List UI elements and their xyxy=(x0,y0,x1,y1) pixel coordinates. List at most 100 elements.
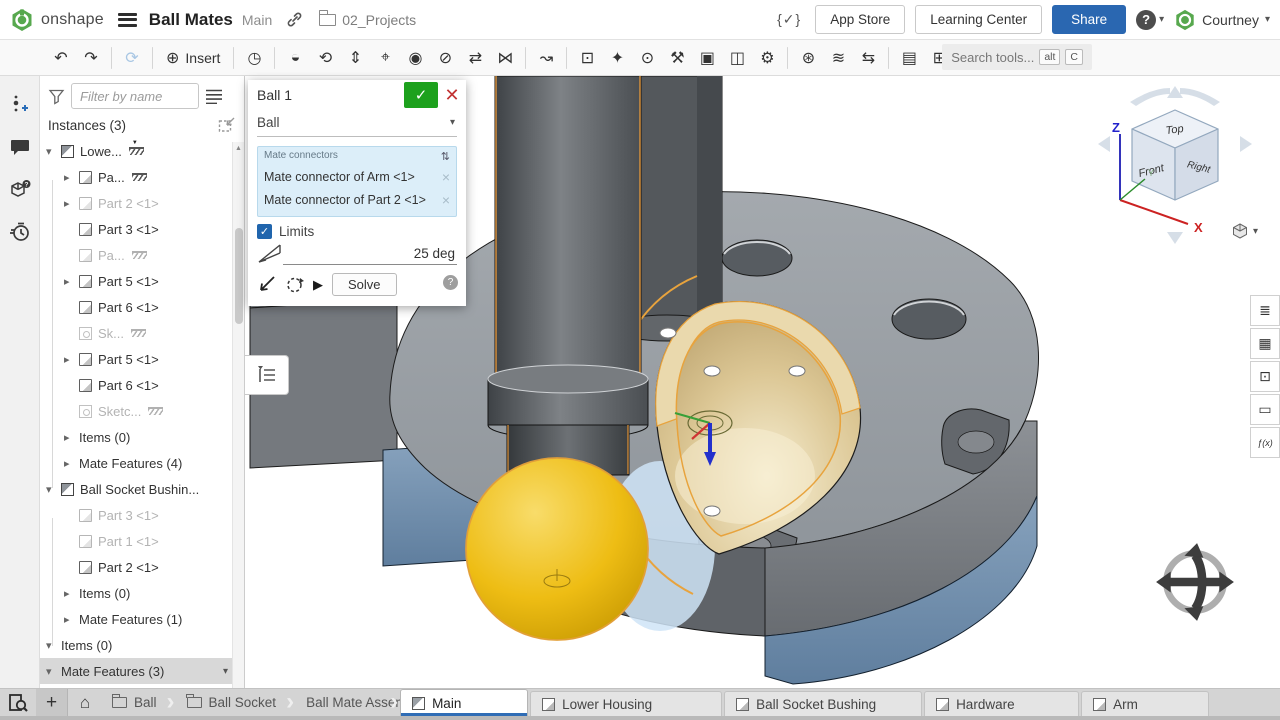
cancel-button[interactable]: ✕ xyxy=(438,85,466,106)
derived-icon[interactable]: ⊡ xyxy=(1250,361,1280,392)
instance-sketch[interactable]: Sk... xyxy=(40,320,244,346)
view-options-menu[interactable]: ▾ xyxy=(1231,222,1258,240)
play-icon[interactable]: ▶ xyxy=(313,277,323,293)
help-icon[interactable]: ? xyxy=(1136,10,1156,30)
instance-part-5[interactable]: Part 5 <1> xyxy=(40,346,244,372)
manage-position-button[interactable]: ⚒ xyxy=(662,43,692,73)
project-name[interactable]: 02_Projects xyxy=(342,12,416,28)
expand-chevron-icon[interactable] xyxy=(64,587,79,600)
cylindrical-mate-button[interactable]: ⊘ xyxy=(430,43,460,73)
reorder-icon[interactable]: ⇅ xyxy=(441,150,450,163)
variables-icon[interactable]: ƒ(x) xyxy=(1250,427,1280,458)
tab-arm[interactable]: Arm xyxy=(1081,691,1209,716)
row-menu-caret-icon[interactable] xyxy=(223,666,228,677)
remove-icon[interactable] xyxy=(442,169,450,185)
search-tools[interactable]: Search tools... alt C xyxy=(942,44,1092,70)
insert-instance-icon[interactable] xyxy=(218,117,236,133)
measure-icon[interactable]: ▭ xyxy=(1250,394,1280,425)
new-tab-button[interactable]: + xyxy=(36,689,68,716)
parallel-mate-button[interactable]: ⇄ xyxy=(460,43,490,73)
redo-button[interactable]: ↷ xyxy=(76,43,106,73)
versions-history-icon[interactable] xyxy=(9,94,31,116)
search-tabs-icon[interactable] xyxy=(0,689,36,716)
replicate-button[interactable]: ⇆ xyxy=(853,43,883,73)
select-parts-button[interactable]: ⊙ xyxy=(632,43,662,73)
mate-connector-item[interactable]: Mate connector of Part 2 <1> xyxy=(264,188,450,211)
history-icon[interactable] xyxy=(9,220,31,242)
crumb-ball-socket[interactable]: Ball Socket xyxy=(177,689,297,716)
instance-part[interactable]: Pa... xyxy=(40,242,244,268)
items-group[interactable]: Items (0) xyxy=(40,580,244,606)
revolute-mate-button[interactable]: ⟲ xyxy=(310,43,340,73)
instance-ball-socket-bushing[interactable]: Ball Socket Bushin... xyxy=(40,476,244,502)
user-menu[interactable]: Courtney ▾ xyxy=(1174,9,1270,31)
instance-part-1[interactable]: Part 1 <1> xyxy=(40,528,244,554)
view-cube-top-label[interactable]: Top xyxy=(1165,123,1184,137)
tangent-mate-button[interactable]: ⋈ xyxy=(490,43,520,73)
quick-mate-button[interactable]: ✦ xyxy=(602,43,632,73)
instance-part-6[interactable]: Part 6 <1> xyxy=(40,372,244,398)
view-cube-body[interactable]: Top Front Right xyxy=(1132,110,1218,200)
expand-chevron-icon[interactable] xyxy=(46,665,61,678)
instance-part-5[interactable]: Part 5 <1> xyxy=(40,268,244,294)
filter-icon[interactable] xyxy=(48,88,65,105)
crumb-ball[interactable]: Ball xyxy=(102,689,177,716)
snap-arrow-icon[interactable] xyxy=(257,276,276,294)
share-link-icon[interactable] xyxy=(286,11,303,28)
tab-lower-housing[interactable]: Lower Housing xyxy=(530,691,722,716)
document-menu-icon[interactable] xyxy=(118,13,137,27)
instance-lower-housing[interactable]: Lowe... xyxy=(40,138,244,164)
simulation-button[interactable]: ⊛ xyxy=(793,43,823,73)
tab-ball-socket-bushing[interactable]: Ball Socket Bushing xyxy=(724,691,922,716)
comments-icon[interactable] xyxy=(9,136,31,158)
instance-sketch[interactable]: Sketc... xyxy=(40,398,244,424)
items-group[interactable]: Items (0) xyxy=(40,632,244,658)
remove-icon[interactable] xyxy=(442,192,450,208)
fastened-mate-button[interactable]: ◒ xyxy=(280,43,310,73)
ball-mate-button[interactable]: ◉ xyxy=(400,43,430,73)
feature-list-icon[interactable]: ≣ xyxy=(1250,295,1280,326)
select-box-button[interactable]: ⊡ xyxy=(572,43,602,73)
limit-angle-input[interactable]: 25 deg xyxy=(283,242,457,265)
home-tab-button[interactable]: ⌂ xyxy=(68,689,102,716)
toolbar-button[interactable] xyxy=(888,47,889,69)
instance-part-6[interactable]: Part 6 <1> xyxy=(40,294,244,320)
help-menu[interactable]: ? ▾ xyxy=(1136,10,1164,30)
learning-center-button[interactable]: Learning Center xyxy=(915,5,1042,34)
toolbar-button[interactable] xyxy=(111,47,112,69)
instance-part-3[interactable]: Part 3 <1> xyxy=(40,502,244,528)
feature-scripts-icon[interactable]: {✓} xyxy=(777,11,801,28)
slider-mate-button[interactable]: ⇕ xyxy=(340,43,370,73)
mate-features-group-selected[interactable]: Mate Features (3) xyxy=(40,658,244,684)
toolbar-button[interactable] xyxy=(233,47,234,69)
expand-chevron-icon[interactable] xyxy=(64,613,79,626)
where-used-icon[interactable]: ? xyxy=(9,178,31,200)
items-group[interactable]: Items (0) xyxy=(40,424,244,450)
expand-chevron-icon[interactable] xyxy=(64,457,79,470)
dialog-help-icon[interactable]: ? xyxy=(443,275,458,290)
crumb-ball-mate-assembly[interactable]: Ball Mate Assem xyxy=(296,689,400,716)
arm-shaft-part[interactable] xyxy=(488,76,648,475)
planar-mate-button[interactable]: ⌖ xyxy=(370,43,400,73)
undo-button[interactable]: ↶ xyxy=(46,43,76,73)
expand-chevron-icon[interactable] xyxy=(64,275,79,288)
app-store-button[interactable]: App Store xyxy=(815,5,905,34)
expand-chevron-icon[interactable] xyxy=(46,639,61,652)
expand-chevron-icon[interactable] xyxy=(46,483,61,496)
filter-input[interactable] xyxy=(71,83,199,109)
named-positions-button[interactable]: ◷ xyxy=(239,43,269,73)
accept-button[interactable]: ✓ xyxy=(404,82,438,108)
mate-connectors-box[interactable]: Mate connectors ⇅ Mate connector of Arm … xyxy=(257,146,457,217)
share-button[interactable]: Share xyxy=(1052,5,1126,34)
expand-chevron-icon[interactable] xyxy=(64,197,79,210)
spring-button[interactable]: ≋ xyxy=(823,43,853,73)
ball-part[interactable] xyxy=(466,458,648,640)
group-button[interactable]: ▣ xyxy=(692,43,722,73)
toolbar-button[interactable] xyxy=(566,47,567,69)
list-options-icon[interactable] xyxy=(205,88,223,104)
bom-icon[interactable]: ▦ xyxy=(1250,328,1280,359)
instance-part-2[interactable]: Part 2 <1> xyxy=(40,190,244,216)
toolbar-button[interactable] xyxy=(787,47,788,69)
instance-part[interactable]: Pa... xyxy=(40,164,244,190)
features-list-toggle[interactable] xyxy=(245,355,289,395)
